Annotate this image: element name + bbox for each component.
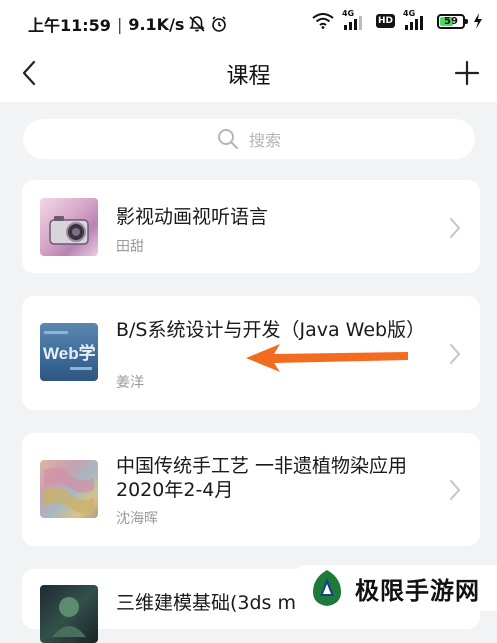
camera-icon xyxy=(49,216,89,245)
signal-bars-icon xyxy=(405,16,423,30)
camera-thumbnail xyxy=(40,198,98,256)
add-course-button[interactable] xyxy=(451,56,483,90)
clock: 上午11:59 xyxy=(28,16,111,35)
mute-bell-icon xyxy=(189,16,206,32)
status-bar: 上午11:59 | 9.1K/s 4G HD 4G 59 xyxy=(0,0,497,44)
watermark-text: 极限手游网 xyxy=(355,576,480,605)
status-bar-right: 4G HD 4G 59 xyxy=(312,9,483,30)
search-input[interactable]: 搜索 xyxy=(23,119,475,159)
net-speed: 9.1K/s xyxy=(128,14,185,34)
course-teacher: 姜洋 xyxy=(116,375,144,391)
charging-bolt-icon xyxy=(474,13,482,29)
web-logo-icon: Web学 xyxy=(43,331,96,370)
course-teacher: 沈海晖 xyxy=(116,511,158,527)
course-teacher: 田甜 xyxy=(116,239,144,255)
search-placeholder: 搜索 xyxy=(248,131,281,150)
course-title: 中国传统手工艺 一非遗植物染应用2020年2-4月 xyxy=(116,455,408,501)
nav-bar: 课程 xyxy=(0,44,497,102)
web-logo-text: Web学 xyxy=(43,343,96,363)
battery: 59 xyxy=(437,13,468,29)
battery-percent: 59 xyxy=(444,15,458,27)
chevron-right-icon xyxy=(450,344,460,364)
dyed-fabric-thumbnail xyxy=(40,460,98,518)
status-bar-left: 上午11:59 | 9.1K/s xyxy=(28,12,228,36)
course-card[interactable]: 中国传统手工艺 一非遗植物染应用2020年2-4月 沈海晖 xyxy=(22,433,480,546)
signal-2: 4G xyxy=(403,9,429,30)
hd-badge: HD xyxy=(375,14,395,28)
signal-1: 4G xyxy=(342,9,368,30)
chevron-right-icon xyxy=(450,218,460,238)
fabric-icon xyxy=(44,467,94,514)
signal-bars-icon xyxy=(343,16,362,30)
course-title: 三维建模基础(3ds m xyxy=(116,592,297,614)
watermark-logo-icon xyxy=(313,570,341,606)
alarm-clock-icon xyxy=(212,16,227,32)
course-card[interactable]: 影视动画视听语言 田甜 xyxy=(22,180,480,273)
status-separator: | xyxy=(116,14,123,34)
3d-figure-icon xyxy=(52,597,86,637)
course-title: 影视动画视听语言 xyxy=(116,206,269,228)
search-icon xyxy=(217,129,238,149)
chevron-right-icon xyxy=(450,480,460,500)
page-title: 课程 xyxy=(226,64,271,89)
plus-icon xyxy=(454,60,480,86)
annotation-arrow-icon xyxy=(246,344,408,372)
wifi-icon xyxy=(312,13,334,29)
3d-model-thumbnail xyxy=(40,585,98,643)
watermark: 极限手游网 xyxy=(297,565,497,611)
web-thumbnail: Web学 xyxy=(40,323,98,381)
